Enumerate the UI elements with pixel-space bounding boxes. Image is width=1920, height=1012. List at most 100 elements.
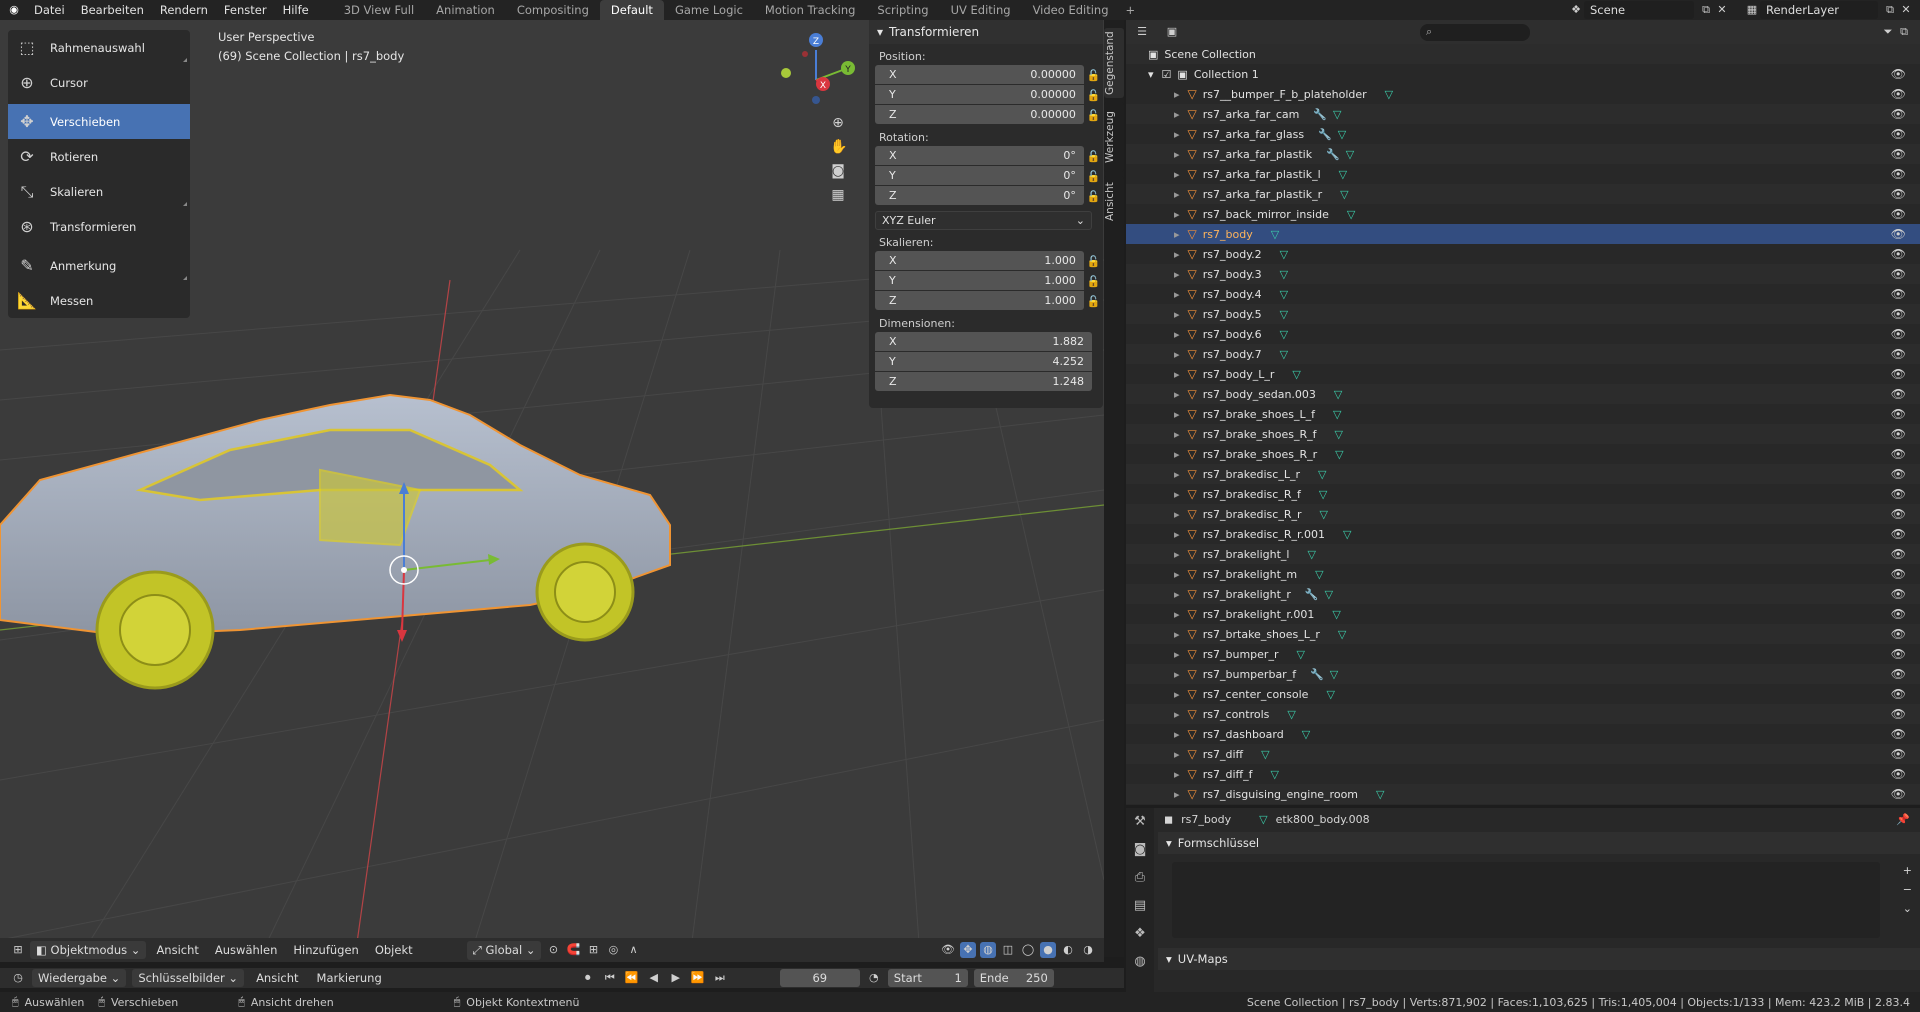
lock-icon[interactable]: 🔓 bbox=[1084, 89, 1103, 102]
outliner-item[interactable]: ▸ ▽ rs7_brake_shoes_R_r ▽ 👁 bbox=[1126, 444, 1920, 464]
new-layer-icon[interactable]: ⧉ bbox=[1882, 2, 1898, 18]
outliner-item[interactable]: ▸ ▽ rs7_body_L_r ▽ 👁 bbox=[1126, 364, 1920, 384]
menu-marker[interactable]: Markierung bbox=[311, 971, 388, 985]
mesh-data-icon[interactable]: ▽ bbox=[1338, 128, 1346, 141]
blender-logo-icon[interactable]: ◉ bbox=[6, 2, 22, 18]
outliner-item[interactable]: ▸ ▽ rs7_controls ▽ 👁 bbox=[1126, 704, 1920, 724]
expand-arrow-icon[interactable]: ▸ bbox=[1174, 708, 1180, 721]
eye-icon[interactable]: 👁 bbox=[1891, 507, 1906, 521]
scale-y-field[interactable]: Y 1.000 bbox=[875, 271, 1084, 290]
outliner-item[interactable]: ▸ ▽ rs7_brakelight_r.001 ▽ 👁 bbox=[1126, 604, 1920, 624]
expand-arrow-icon[interactable]: ▸ bbox=[1174, 408, 1180, 421]
outliner-search-input[interactable]: ⌕ bbox=[1420, 23, 1530, 41]
mesh-data-icon[interactable]: ▽ bbox=[1280, 328, 1288, 341]
eye-icon[interactable]: 👁 bbox=[1891, 287, 1906, 301]
outliner-item[interactable]: ▸ ▽ rs7_diff_f ▽ 👁 bbox=[1126, 764, 1920, 784]
outliner-item[interactable]: ▸ ▽ rs7_brakedisc_R_r.001 ▽ 👁 bbox=[1126, 524, 1920, 544]
outliner-item[interactable]: ▸ ▽ rs7_back_mirror_inside ▽ 👁 bbox=[1126, 204, 1920, 224]
menu-render[interactable]: Rendern bbox=[152, 3, 216, 17]
mesh-data-icon[interactable]: ▽ bbox=[1296, 648, 1304, 661]
mesh-data-icon[interactable]: ▽ bbox=[1347, 208, 1355, 221]
falloff-icon[interactable]: ∧ bbox=[625, 942, 641, 958]
rotation-y-field[interactable]: Y 0° bbox=[875, 166, 1084, 185]
delete-layer-icon[interactable]: ✕ bbox=[1898, 2, 1914, 18]
expand-arrow-icon[interactable]: ▸ bbox=[1174, 188, 1180, 201]
editor-type-icon[interactable]: ⊞ bbox=[10, 942, 26, 958]
camera-view-icon[interactable]: ◙ bbox=[830, 163, 846, 179]
eye-icon[interactable]: 👁 bbox=[1891, 407, 1906, 421]
new-scene-icon[interactable]: ⧉ bbox=[1698, 2, 1714, 18]
mesh-data-icon[interactable]: ▽ bbox=[1315, 568, 1323, 581]
mesh-data-icon[interactable]: ▽ bbox=[1271, 768, 1279, 781]
tool-measure[interactable]: 📐 Messen bbox=[8, 283, 190, 318]
shape-keys-header[interactable]: ▾ Formschlüssel bbox=[1158, 832, 1920, 854]
eye-icon[interactable]: 👁 bbox=[1891, 247, 1906, 261]
wireframe-shading-icon[interactable]: ◯ bbox=[1020, 942, 1036, 958]
modifier-wrench-icon[interactable]: 🔧 bbox=[1318, 128, 1332, 141]
eye-icon[interactable]: 👁 bbox=[1891, 787, 1906, 801]
expand-arrow-icon[interactable]: ▸ bbox=[1174, 468, 1180, 481]
mesh-data-icon[interactable]: ▽ bbox=[1307, 548, 1315, 561]
pivot-icon[interactable]: ⊙ bbox=[545, 942, 561, 958]
outliner-item[interactable]: ▸ ▽ rs7_arka_far_plastik 🔧 ▽ 👁 bbox=[1126, 144, 1920, 164]
eye-icon[interactable]: 👁 bbox=[1891, 687, 1906, 701]
outliner-item[interactable]: ▸ ▽ rs7_brakelight_l ▽ 👁 bbox=[1126, 544, 1920, 564]
lock-icon[interactable]: 🔓 bbox=[1084, 150, 1103, 163]
lock-icon[interactable]: 🔓 bbox=[1084, 190, 1103, 203]
lock-icon[interactable]: 🔓 bbox=[1084, 109, 1103, 122]
tool-rotate[interactable]: ⟳ Rotieren bbox=[8, 139, 190, 174]
chevron-down-icon[interactable]: ⌄ bbox=[1903, 902, 1912, 915]
mesh-data-icon[interactable]: ▽ bbox=[1325, 588, 1333, 601]
mesh-data-icon[interactable]: ▽ bbox=[1334, 388, 1342, 401]
outliner-item[interactable]: ▸ ▽ rs7_brakedisc_R_r ▽ 👁 bbox=[1126, 504, 1920, 524]
outliner-item[interactable]: ▸ ▽ rs7_brakelight_m ▽ 👁 bbox=[1126, 564, 1920, 584]
position-x-field[interactable]: X 0.00000 bbox=[875, 65, 1084, 84]
eye-icon[interactable]: 👁 bbox=[1891, 207, 1906, 221]
lock-icon[interactable]: 🔓 bbox=[1084, 275, 1103, 288]
eye-icon[interactable]: 👁 bbox=[1891, 227, 1906, 241]
uv-maps-header[interactable]: ▾ UV-Maps bbox=[1158, 948, 1920, 970]
mesh-data-icon[interactable]: ▽ bbox=[1326, 688, 1334, 701]
modifier-wrench-icon[interactable]: 🔧 bbox=[1310, 668, 1324, 681]
mesh-data-icon[interactable]: ▽ bbox=[1280, 348, 1288, 361]
outliner-item[interactable]: ▸ ▽ rs7_center_console ▽ 👁 bbox=[1126, 684, 1920, 704]
eye-icon[interactable]: 👁 bbox=[1891, 447, 1906, 461]
outliner-item[interactable]: ▸ ▽ rs7_body.3 ▽ 👁 bbox=[1126, 264, 1920, 284]
zoom-icon[interactable]: ⊕ bbox=[830, 115, 846, 131]
outliner-item[interactable]: ▸ ▽ rs7_body.6 ▽ 👁 bbox=[1126, 324, 1920, 344]
menu-help[interactable]: Hilfe bbox=[275, 3, 317, 17]
xray-icon[interactable]: ◫ bbox=[1000, 942, 1016, 958]
scale-z-field[interactable]: Z 1.000 bbox=[875, 291, 1084, 310]
orientation-selector[interactable]: ⤢ Global ⌄ bbox=[466, 940, 542, 960]
collection-row[interactable]: ▾ ☑ ▣ Collection 1 👁 bbox=[1126, 64, 1920, 84]
menu-edit[interactable]: Bearbeiten bbox=[73, 3, 152, 17]
expand-arrow-icon[interactable]: ▸ bbox=[1174, 328, 1180, 341]
mesh-data-icon[interactable]: ▽ bbox=[1280, 308, 1288, 321]
expand-arrow-icon[interactable]: ▸ bbox=[1174, 208, 1180, 221]
tool-scale[interactable]: ⤡ Skalieren bbox=[8, 174, 190, 209]
snap-target-icon[interactable]: ⊞ bbox=[585, 942, 601, 958]
expand-arrow-icon[interactable]: ▸ bbox=[1174, 548, 1180, 561]
eye-icon[interactable]: 👁 bbox=[1891, 667, 1906, 681]
add-icon[interactable]: + bbox=[1903, 864, 1912, 877]
mesh-data-icon[interactable]: ▽ bbox=[1302, 728, 1310, 741]
menu-view[interactable]: Ansicht bbox=[150, 943, 204, 957]
rendered-shading-icon[interactable]: ◑ bbox=[1080, 942, 1096, 958]
eye-icon[interactable]: 👁 bbox=[1891, 147, 1906, 161]
lock-icon[interactable]: 🔓 bbox=[1084, 295, 1103, 308]
add-workspace-icon[interactable]: + bbox=[1120, 0, 1142, 20]
expand-arrow-icon[interactable]: ▸ bbox=[1174, 168, 1180, 181]
mesh-data-icon[interactable]: ▽ bbox=[1319, 488, 1327, 501]
outliner-item[interactable]: ▸ ▽ rs7_brakedisc_L_r ▽ 👁 bbox=[1126, 464, 1920, 484]
snap-icon[interactable]: 🧲 bbox=[565, 942, 581, 958]
expand-arrow-icon[interactable]: ▸ bbox=[1174, 728, 1180, 741]
output-props-icon[interactable]: ⎙ bbox=[1126, 864, 1154, 892]
expand-arrow-icon[interactable]: ▸ bbox=[1174, 348, 1180, 361]
remove-icon[interactable]: − bbox=[1903, 883, 1912, 896]
record-icon[interactable]: ⏺ bbox=[580, 970, 596, 986]
lock-icon[interactable]: 🔓 bbox=[1084, 255, 1103, 268]
expand-arrow-icon[interactable]: ▸ bbox=[1174, 788, 1180, 801]
tool-cursor[interactable]: ⊕ Cursor bbox=[8, 65, 190, 100]
dimensions-x-field[interactable]: X 1.882 bbox=[875, 332, 1092, 351]
outliner-item[interactable]: ▸ ▽ rs7_body.7 ▽ 👁 bbox=[1126, 344, 1920, 364]
